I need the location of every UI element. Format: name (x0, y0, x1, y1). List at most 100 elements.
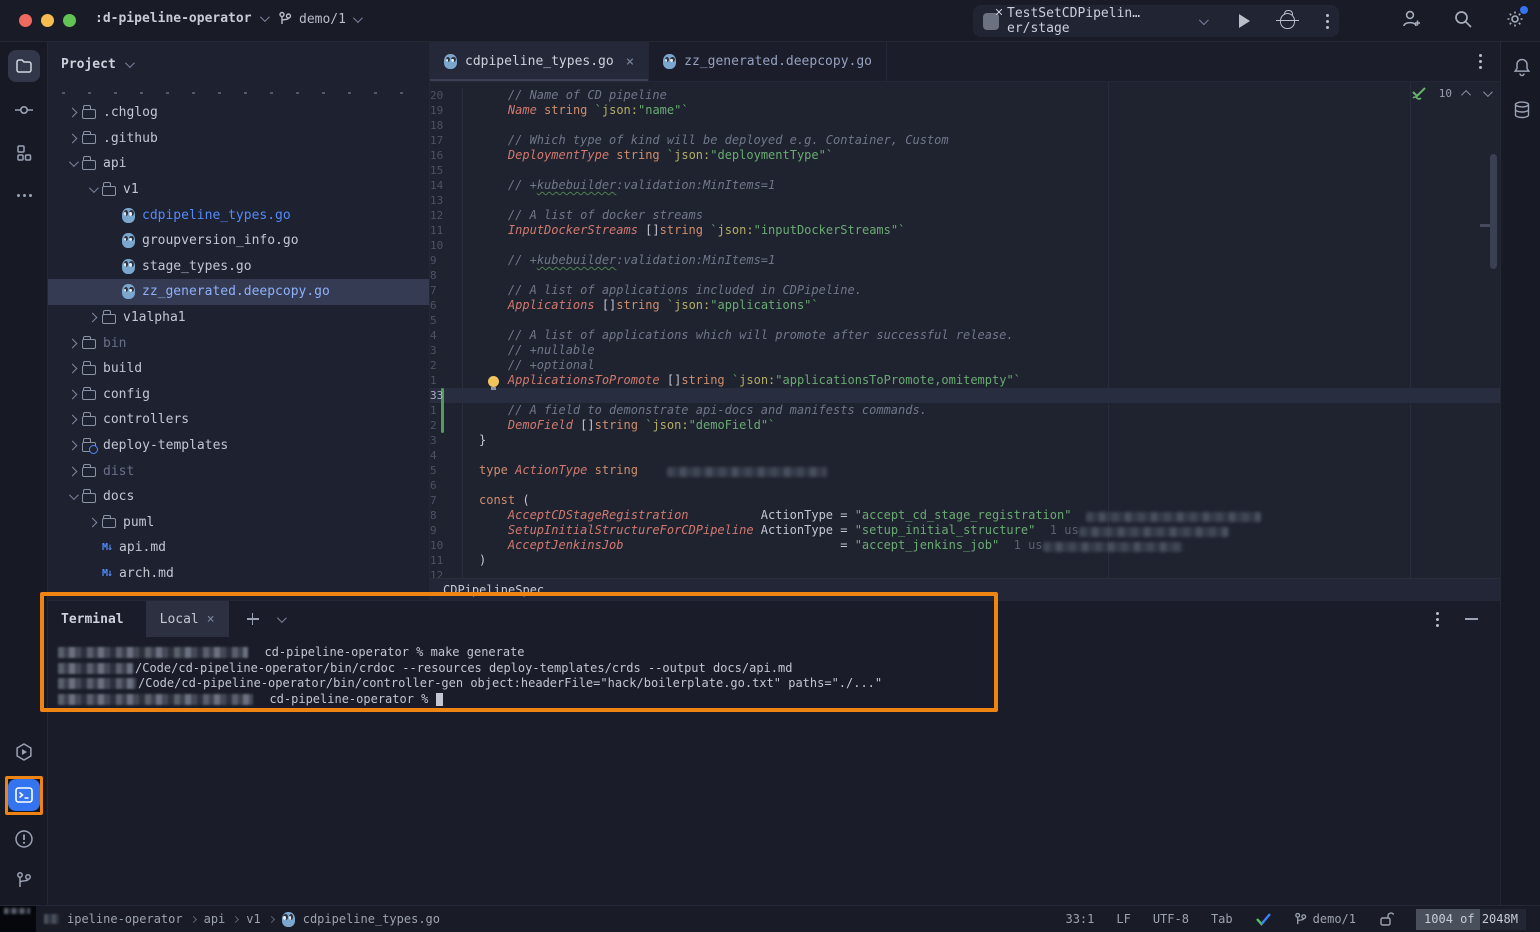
close-icon[interactable]: × (626, 54, 634, 70)
line-number: 4 (430, 449, 437, 462)
editor-gutter: 10 (430, 538, 463, 553)
editor-gutter: 6 (430, 298, 463, 313)
chevron-right-icon[interactable] (62, 365, 82, 372)
tree-item-zz_generated.deepcopy.go[interactable]: zz_generated.deepcopy.go (48, 279, 429, 305)
run-configuration-selector[interactable]: TestSetCDPipelin…er/stage (983, 6, 1206, 36)
run-icon[interactable] (1239, 14, 1250, 28)
chevron-right-icon[interactable] (82, 519, 102, 526)
code-text (463, 388, 479, 403)
previous-problem-icon[interactable] (1461, 90, 1471, 100)
intention-bulb-icon[interactable] (488, 376, 499, 387)
chevron-right-icon[interactable] (62, 135, 82, 142)
problems-tool-button[interactable] (8, 823, 40, 855)
breadcrumb-item[interactable]: cdpipeline_types.go (303, 912, 440, 926)
breadcrumb-item[interactable]: api (204, 912, 226, 926)
tree-indent (48, 368, 62, 369)
caret-position[interactable]: 33:1 (1065, 912, 1094, 926)
line-separator[interactable]: LF (1116, 912, 1130, 926)
code-editor[interactable]: 20 // Name of CD pipeline19 Name string … (430, 82, 1500, 578)
chevron-right-icon[interactable] (62, 391, 82, 398)
chevron-down-icon[interactable] (62, 493, 82, 500)
tree-item-v1[interactable]: v1 (48, 177, 429, 203)
chevron-right-icon[interactable] (62, 416, 82, 423)
tree-item-v1alpha1[interactable]: v1alpha1 (48, 305, 429, 331)
chevron-right-icon[interactable] (62, 442, 82, 449)
breadcrumb-item[interactable]: ipeline-operator (67, 912, 183, 926)
sticky-context-label: CDPipelineSpec (443, 583, 544, 597)
file-encoding[interactable]: UTF-8 (1153, 912, 1189, 926)
database-button[interactable] (1509, 97, 1535, 123)
tree-item-bin[interactable]: bin (48, 330, 429, 356)
tree-item-cdpipeline_types.go[interactable]: cdpipeline_types.go (48, 202, 429, 228)
tree-item-groupversion_info.go[interactable]: groupversion_info.go (48, 228, 429, 254)
minimize-window-button[interactable] (41, 14, 54, 27)
new-terminal-icon[interactable] (247, 613, 259, 625)
inspections-ok-icon[interactable] (1255, 912, 1272, 927)
terminal-tool-button[interactable] (8, 779, 40, 811)
code-text (463, 118, 479, 133)
tree-item-stage_types.go[interactable]: stage_types.go (48, 254, 429, 280)
tree-item-puml[interactable]: puml (48, 510, 429, 536)
add-user-icon[interactable] (1400, 8, 1422, 30)
search-icon[interactable] (1452, 8, 1474, 30)
project-tool-button[interactable] (8, 50, 40, 82)
markdown-file-icon: M↓ (102, 542, 112, 553)
version-control-tool-button[interactable] (8, 865, 40, 897)
chevron-right-icon[interactable] (62, 468, 82, 475)
commit-icon (14, 100, 34, 120)
chevron-right-icon (268, 915, 275, 922)
more-tool-windows-button[interactable] (8, 179, 40, 211)
close-icon[interactable]: × (207, 612, 215, 627)
editor-options-button[interactable] (1461, 42, 1500, 81)
more-options-icon[interactable] (1326, 20, 1329, 23)
terminal-tab-local[interactable]: Local × (146, 601, 229, 637)
project-panel-header[interactable]: Project (48, 42, 429, 86)
tree-item-deploy-templates[interactable]: deploy-templates (48, 433, 429, 459)
project-selector[interactable]: :d-pipeline-operator (95, 11, 267, 26)
chevron-right-icon[interactable] (82, 314, 102, 321)
editor-tab-zz_generated.deepcopy.go[interactable]: zz_generated.deepcopy.go (649, 42, 887, 81)
editor-gutter: 12 (430, 208, 463, 223)
zoom-window-button[interactable] (63, 14, 76, 27)
memory-indicator[interactable]: 1004 of 2048M (1416, 909, 1526, 930)
tree-item-label: .github (103, 131, 158, 146)
breadcrumb-item[interactable]: v1 (246, 912, 260, 926)
tree-item-build[interactable]: build (48, 356, 429, 382)
chevron-right-icon[interactable] (62, 109, 82, 116)
status-branch-widget[interactable]: demo/1 (1294, 912, 1356, 927)
code-text: // A list of applications included in CD… (463, 283, 862, 298)
notifications-button[interactable] (1509, 54, 1535, 80)
tree-item-config[interactable]: config (48, 382, 429, 408)
terminal-options-icon[interactable] (1436, 618, 1439, 621)
tree-item-dist[interactable]: dist (48, 458, 429, 484)
tree-indent (48, 291, 102, 292)
tree-item-docs[interactable]: docs (48, 484, 429, 510)
indent-style[interactable]: Tab (1211, 912, 1233, 926)
minimize-panel-icon[interactable] (1465, 618, 1478, 620)
terminal-output[interactable]: cd-pipeline-operator % make generate/Cod… (48, 637, 1500, 707)
chevron-right-icon[interactable] (62, 340, 82, 347)
structure-tool-button[interactable] (8, 137, 40, 169)
editor-gutter: 15 (430, 163, 463, 178)
folder-icon (102, 186, 116, 196)
chevron-down-icon[interactable] (82, 186, 102, 193)
services-tool-button[interactable] (8, 736, 40, 768)
branch-selector[interactable]: demo/1 (278, 11, 360, 27)
terminal-title: Terminal (61, 612, 124, 627)
editor-tab-cdpipeline_types.go[interactable]: cdpipeline_types.go× (430, 42, 649, 81)
close-window-button[interactable] (19, 14, 32, 27)
tree-item-.chglog[interactable]: .chglog (48, 100, 429, 126)
inspections-widget[interactable]: 10 (1411, 86, 1490, 101)
chevron-down-icon[interactable] (277, 613, 287, 623)
commit-tool-button[interactable] (8, 94, 40, 126)
tree-item-controllers[interactable]: controllers (48, 407, 429, 433)
editor-scrollbar[interactable] (1490, 154, 1497, 269)
code-line: 8 (430, 268, 1500, 283)
unlock-icon[interactable] (1378, 911, 1394, 927)
debug-icon[interactable] (1280, 13, 1295, 29)
tree-item-arch.md[interactable]: M↓arch.md (48, 561, 429, 587)
tree-item-api.md[interactable]: M↓api.md (48, 535, 429, 561)
chevron-down-icon[interactable] (62, 160, 82, 167)
tree-item-.github[interactable]: .github (48, 126, 429, 152)
tree-item-api[interactable]: api (48, 151, 429, 177)
